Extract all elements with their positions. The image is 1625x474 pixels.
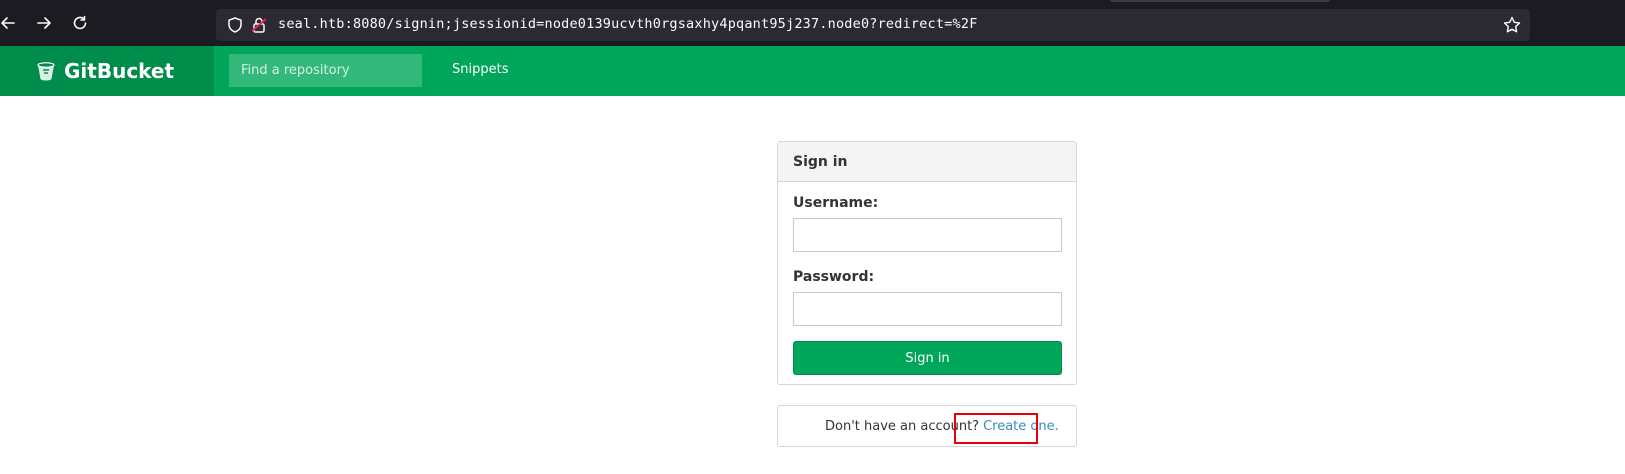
forward-button[interactable] [32, 11, 56, 35]
signin-button[interactable]: Sign in [793, 341, 1062, 375]
insecure-lock-icon[interactable] [250, 16, 268, 34]
signin-panel-title: Sign in [778, 142, 1076, 182]
nav-link-snippets[interactable]: Snippets [452, 62, 508, 77]
back-arrow-icon [1, 17, 15, 29]
browser-toolbar: seal.htb:8080/signin;jsessionid=node0139… [0, 0, 1625, 46]
password-field[interactable] [793, 292, 1062, 326]
username-label: Username: [793, 195, 879, 211]
password-label: Password: [793, 269, 875, 285]
url-text[interactable]: seal.htb:8080/signin;jsessionid=node0139… [278, 16, 978, 32]
reload-button[interactable] [68, 11, 92, 35]
tab-strip-edge [1110, 0, 1330, 2]
signin-panel: Sign in Username: Password: Sign in [777, 141, 1077, 385]
gitbucket-logo-icon [37, 62, 55, 81]
app-header: GitBucket Snippets [0, 46, 1625, 96]
forward-arrow-icon [37, 17, 51, 29]
bookmark-star-icon[interactable] [1502, 15, 1522, 35]
repository-search-input[interactable] [229, 54, 422, 87]
reload-icon [73, 15, 87, 30]
brand-link[interactable]: GitBucket [0, 46, 214, 96]
username-field[interactable] [793, 218, 1062, 252]
highlight-annotation [954, 413, 1038, 444]
brand-name: GitBucket [64, 59, 175, 83]
back-button[interactable] [0, 11, 20, 35]
shield-icon[interactable] [226, 16, 244, 34]
address-bar[interactable]: seal.htb:8080/signin;jsessionid=node0139… [216, 9, 1530, 41]
